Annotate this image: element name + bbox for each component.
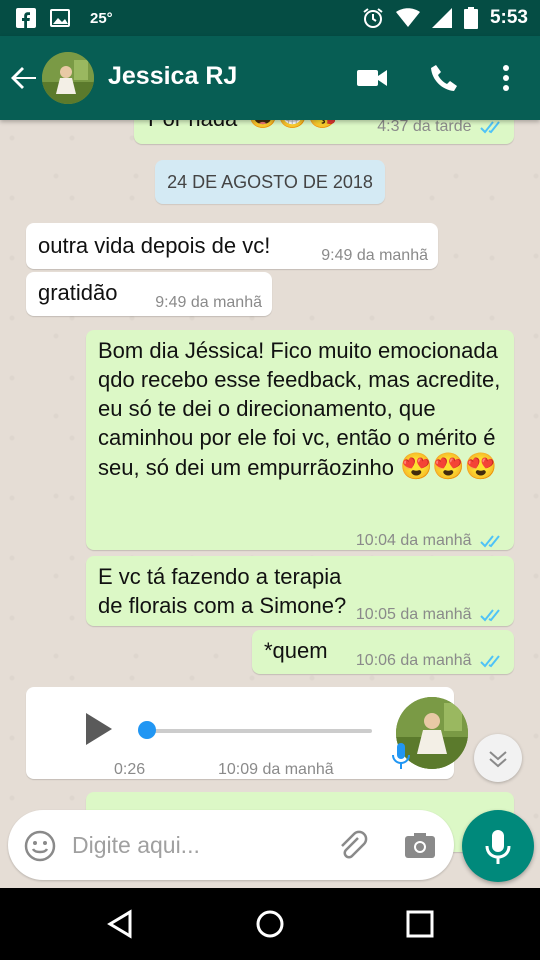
status-left: 25° [16, 8, 113, 28]
nav-recents-icon[interactable] [402, 906, 438, 942]
temperature: 25° [90, 9, 113, 27]
message-time: 10:09 da manhã [218, 761, 334, 778]
read-ticks-icon [480, 655, 500, 668]
battery-icon [463, 7, 478, 29]
chat-area[interactable]: Por nada 😀😁😘 4:37 da tarde 24 DE AGOSTO … [0, 120, 540, 888]
phone-icon[interactable] [428, 62, 460, 94]
read-ticks-icon [480, 121, 500, 134]
status-bar: 25° 5:53 [0, 0, 540, 36]
message-time: 10:04 da manhã [356, 526, 504, 555]
message-text: outra vida depois de vc! [38, 233, 271, 258]
back-arrow-icon[interactable] [10, 64, 38, 92]
system-nav-bar [0, 888, 540, 960]
facebook-icon [16, 8, 36, 28]
chevron-down-icon [489, 751, 507, 768]
image-icon [50, 9, 70, 27]
contact-name[interactable]: Jessica RJ [108, 62, 237, 91]
paperclip-icon[interactable] [334, 828, 370, 864]
date-chip: 24 DE AGOSTO DE 2018 [155, 160, 385, 204]
message-time: 9:49 da manhã [321, 247, 428, 264]
message-text: Por nada [148, 120, 237, 133]
voice-record-button[interactable] [462, 810, 534, 882]
avatar-photo [42, 52, 94, 104]
wifi-icon [395, 8, 420, 27]
message-composer [8, 810, 454, 880]
message-time: 4:37 da tarde [377, 120, 504, 141]
message-bubble-outgoing[interactable]: *quem 10:06 da manhã [252, 630, 514, 674]
mic-icon [485, 830, 511, 864]
clock: 5:53 [489, 7, 528, 28]
scroll-to-bottom-button[interactable] [474, 734, 522, 782]
chat-header: Jessica RJ [0, 36, 540, 120]
message-text: E vc tá fazendo a terapia de florais com… [98, 564, 347, 618]
message-text: gratidão [38, 280, 118, 305]
message-text: Bom dia Jéssica! Fico muito emocionada q… [98, 338, 501, 481]
message-bubble-incoming[interactable]: gratidão 9:49 da manhã [26, 272, 272, 316]
message-bubble-partial[interactable]: Por nada 😀😁😘 4:37 da tarde [134, 120, 514, 144]
emoji-icon[interactable] [24, 830, 56, 862]
message-time: 10:05 da manhã [356, 600, 504, 629]
audio-seek-knob[interactable] [138, 721, 156, 739]
signal-icon [431, 8, 452, 28]
message-time: 9:49 da manhã [155, 294, 262, 311]
message-time: 10:06 da manhã [356, 646, 504, 675]
play-icon[interactable] [80, 709, 116, 749]
camera-icon[interactable] [402, 828, 438, 864]
message-bubble-incoming[interactable]: outra vida depois de vc! 9:49 da manhã [26, 223, 438, 269]
read-ticks-icon [480, 609, 500, 622]
audio-duration: 0:26 [114, 761, 146, 778]
message-bubble-outgoing[interactable]: Bom dia Jéssica! Fico muito emocionada q… [86, 330, 514, 550]
alarm-icon [363, 8, 383, 28]
more-vert-icon[interactable] [492, 62, 520, 94]
audio-seek-track[interactable] [146, 729, 372, 733]
nav-home-icon[interactable] [252, 906, 288, 942]
read-ticks-icon [480, 535, 500, 548]
video-call-icon[interactable] [356, 62, 388, 94]
status-right: 5:53 [362, 7, 528, 29]
emoji-row: 😀😁😘 [248, 120, 338, 131]
mic-icon [392, 743, 410, 769]
contact-avatar[interactable] [42, 52, 94, 104]
emoji-row: 😍😍😍 [400, 451, 498, 481]
message-bubble-outgoing[interactable]: E vc tá fazendo a terapia de florais com… [86, 556, 514, 626]
voice-message-bubble[interactable]: 0:26 10:09 da manhã [26, 687, 468, 779]
message-text: *quem [264, 638, 328, 663]
nav-back-icon[interactable] [102, 906, 138, 942]
message-input[interactable] [72, 828, 322, 862]
